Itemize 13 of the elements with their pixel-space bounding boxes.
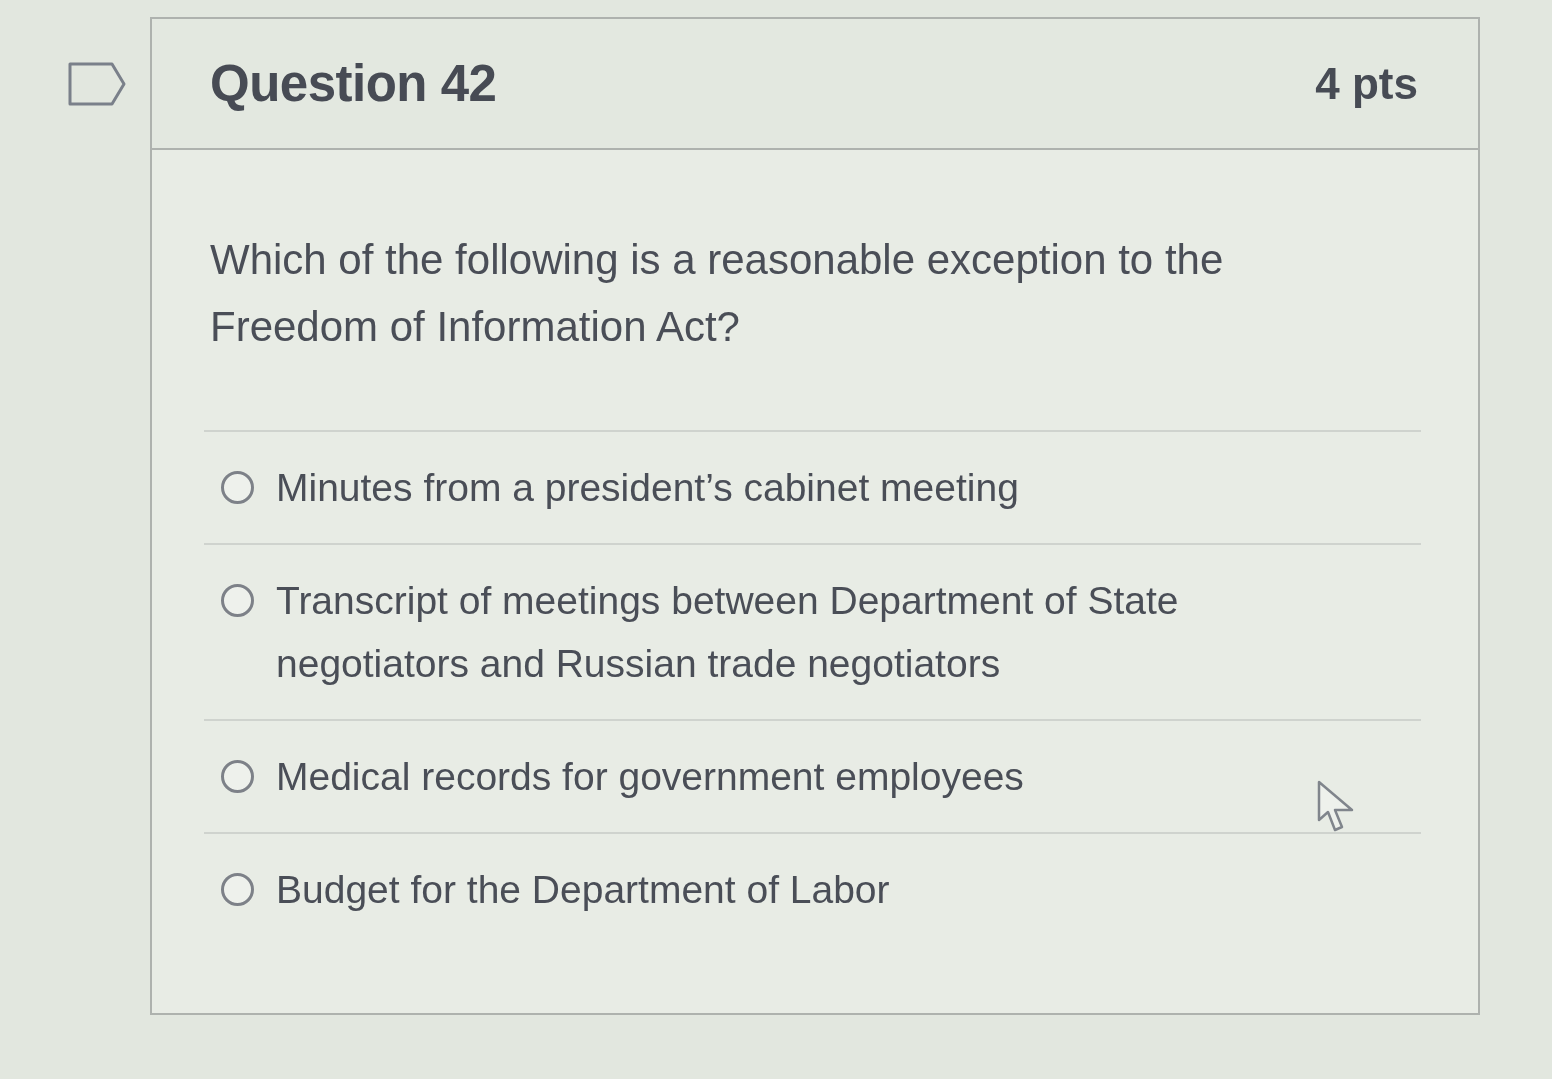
radio-button[interactable]: [221, 584, 254, 617]
mouse-pointer-icon: [1317, 780, 1355, 833]
radio-button[interactable]: [221, 471, 254, 504]
flag-icon[interactable]: [68, 61, 126, 106]
answer-label[interactable]: Transcript of meetings between Department of State negotiators and Russian trade negotiators: [276, 569, 1236, 695]
radio-button[interactable]: [221, 873, 254, 906]
answer-label[interactable]: Budget for the Department of Labor: [276, 858, 890, 921]
answer-label[interactable]: Minutes from a president’s cabinet meeting: [276, 456, 1019, 519]
radio-button[interactable]: [221, 760, 254, 793]
points-label: 4 pts: [1315, 58, 1418, 109]
answer-label[interactable]: Medical records for government employees: [276, 745, 1024, 808]
question-title: Question 42: [210, 54, 497, 113]
question-text: Which of the following is a reasonable exception to the Freedom of Information Act?: [210, 235, 1225, 352]
